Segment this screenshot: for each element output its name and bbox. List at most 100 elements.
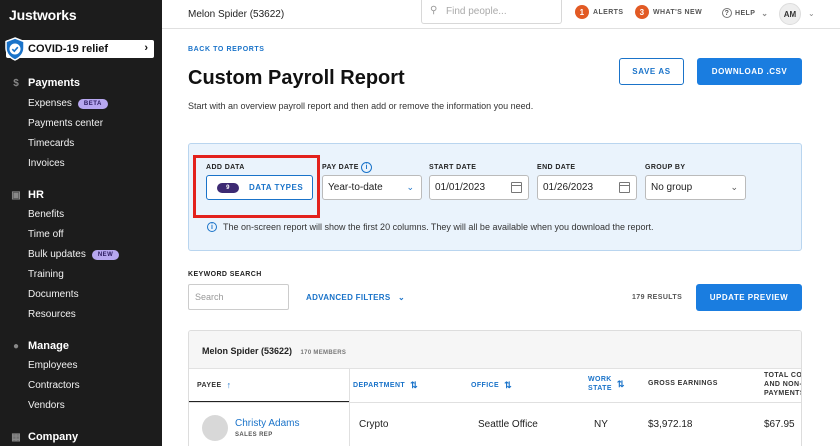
info-icon: i <box>207 222 217 232</box>
sidebar-item-expenses[interactable]: Expenses BETA <box>28 98 108 109</box>
start-date-value: 01/01/2023 <box>435 182 486 193</box>
sidebar-item-benefits[interactable]: Benefits <box>28 209 64 220</box>
whats-new-label: WHAT'S NEW <box>653 8 703 16</box>
back-to-reports-link[interactable]: BACK TO REPORTS <box>188 46 265 53</box>
column-header-office[interactable]: OFFICE ⇅ <box>471 380 512 391</box>
data-types-label: DATA TYPES <box>249 183 304 192</box>
sidebar-item-contractors[interactable]: Contractors <box>28 380 80 391</box>
sidebar-item-vendors[interactable]: Vendors <box>28 400 65 411</box>
sidebar-item-documents[interactable]: Documents <box>28 289 79 300</box>
page-title: Custom Payroll Report <box>188 67 405 89</box>
column-header-work-state[interactable]: WORK STATE ⇅ <box>588 375 625 393</box>
page-subtitle: Start with an overview payroll report an… <box>188 101 534 111</box>
column-label-line: WORK <box>588 376 612 383</box>
info-text: The on-screen report will show the first… <box>223 222 654 232</box>
people-search-input[interactable]: ⚲ Find people... <box>421 0 562 24</box>
sidebar: Justworks COVID-19 relief › $ Payments E… <box>0 0 162 446</box>
save-as-button[interactable]: SAVE AS <box>619 58 684 85</box>
chevron-down-icon: ⌄ <box>730 182 738 192</box>
sidebar-section-payments[interactable]: $ Payments <box>10 77 80 89</box>
payee-name-link[interactable]: Christy Adams <box>235 418 299 429</box>
sidebar-item-invoices[interactable]: Invoices <box>28 158 65 169</box>
column-header-total[interactable]: TOTAL CO AND NON- PAYMENTS <box>764 371 802 398</box>
sidebar-section-manage[interactable]: ● Manage <box>10 340 69 352</box>
sidebar-section-label: Manage <box>28 340 69 352</box>
end-date-field[interactable]: 01/26/2023 <box>537 175 637 200</box>
sidebar-item-time-off[interactable]: Time off <box>28 229 64 240</box>
info-message: i The on-screen report will show the fir… <box>207 222 654 232</box>
column-label: DEPARTMENT <box>353 382 406 389</box>
whats-new-button[interactable]: 3 WHAT'S NEW <box>635 5 702 19</box>
keyword-search-input[interactable]: Search <box>188 284 289 310</box>
alerts-label: ALERTS <box>593 8 624 16</box>
justworks-logo[interactable]: Justworks <box>9 7 77 23</box>
dollar-icon: $ <box>13 77 19 89</box>
start-date-label: START DATE <box>429 164 477 171</box>
group-by-select[interactable]: No group ⌄ <box>645 175 746 200</box>
chevron-right-icon: › <box>144 42 148 54</box>
company-name: Melon Spider (53622) <box>188 9 285 20</box>
sort-icon: ⇅ <box>504 380 513 390</box>
alerts-button[interactable]: 1 ALERTS <box>575 5 623 19</box>
gross-earnings-cell: $3,972.18 <box>648 419 693 430</box>
work-state-cell: NY <box>594 419 608 430</box>
calendar-icon[interactable] <box>511 182 522 193</box>
sidebar-item-training[interactable]: Training <box>28 269 64 280</box>
help-button[interactable]: ? HELP ⌄ <box>722 8 768 18</box>
group-title: Melon Spider (53622) 170 MEMBERS <box>202 346 346 356</box>
column-header-gross-earnings[interactable]: GROSS EARNINGS <box>648 380 718 387</box>
search-icon: ⚲ <box>430 5 438 16</box>
sidebar-section-label: Payments <box>28 77 80 89</box>
column-label-line: TOTAL CO <box>764 372 802 379</box>
whats-new-count-badge: 3 <box>635 5 649 19</box>
column-header-payee[interactable]: PAYEE ↑ <box>197 380 231 390</box>
avatar <box>202 415 228 441</box>
table-group-header: Melon Spider (53622) 170 MEMBERS <box>189 331 801 369</box>
pay-date-label: PAY DATE <box>322 164 359 171</box>
sort-icon: ⇅ <box>410 380 419 390</box>
column-label-line: PAYMENTS <box>764 390 802 397</box>
data-types-button[interactable]: 9 DATA TYPES <box>206 175 313 200</box>
sidebar-item-employees[interactable]: Employees <box>28 360 77 371</box>
chevron-down-icon[interactable]: ⌄ <box>808 9 815 18</box>
column-header-department[interactable]: DEPARTMENT ⇅ <box>353 380 418 391</box>
office-cell: Seattle Office <box>478 419 538 430</box>
new-badge: NEW <box>91 249 120 260</box>
shield-check-icon <box>5 37 25 61</box>
update-preview-button[interactable]: UPDATE PREVIEW <box>696 284 802 311</box>
sidebar-section-label: Company <box>28 431 79 443</box>
sidebar-item-label: Bulk updates <box>28 249 86 260</box>
advanced-filters-toggle[interactable]: ADVANCED FILTERS ⌄ <box>306 293 405 302</box>
column-label: PAYEE <box>197 381 222 389</box>
column-label: WORK STATE <box>588 375 612 393</box>
advanced-filters-label: ADVANCED FILTERS <box>306 293 391 302</box>
main-content: BACK TO REPORTS Custom Payroll Report St… <box>162 29 840 446</box>
chevron-down-icon: ⌄ <box>761 8 769 18</box>
sidebar-section-company[interactable]: ▦ Company <box>10 431 78 443</box>
calendar-icon[interactable] <box>619 182 630 193</box>
building-icon: ▦ <box>11 431 21 443</box>
user-avatar[interactable]: AM <box>779 3 801 25</box>
sidebar-item-timecards[interactable]: Timecards <box>28 138 74 149</box>
sidebar-item-bulk-updates[interactable]: Bulk updates NEW <box>28 249 120 260</box>
sort-icon: ⇅ <box>616 378 625 389</box>
alerts-count-badge: 1 <box>575 5 589 19</box>
group-by-value: No group <box>651 182 693 193</box>
results-count: 179 RESULTS <box>632 294 683 301</box>
column-label: OFFICE <box>471 382 500 389</box>
header-divider <box>189 402 801 403</box>
sidebar-section-hr[interactable]: ▣ HR <box>10 189 44 201</box>
pay-date-select[interactable]: Year-to-date ⌄ <box>322 175 422 200</box>
chevron-down-icon: ⌄ <box>398 293 406 302</box>
info-icon[interactable]: i <box>361 162 372 173</box>
sidebar-item-resources[interactable]: Resources <box>28 309 76 320</box>
start-date-field[interactable]: 01/01/2023 <box>429 175 529 200</box>
help-icon: ? <box>722 8 732 18</box>
briefcase-icon: ▣ <box>11 189 21 201</box>
filter-panel: ADD DATA 9 DATA TYPES PAY DATE i Year-to… <box>188 143 802 251</box>
sidebar-item-payments-center[interactable]: Payments center <box>28 118 103 129</box>
covid-relief-button[interactable]: COVID-19 relief › <box>5 37 154 61</box>
chevron-down-icon: ⌄ <box>406 182 414 192</box>
download-csv-button[interactable]: DOWNLOAD .CSV <box>697 58 802 85</box>
end-date-label: END DATE <box>537 164 576 171</box>
